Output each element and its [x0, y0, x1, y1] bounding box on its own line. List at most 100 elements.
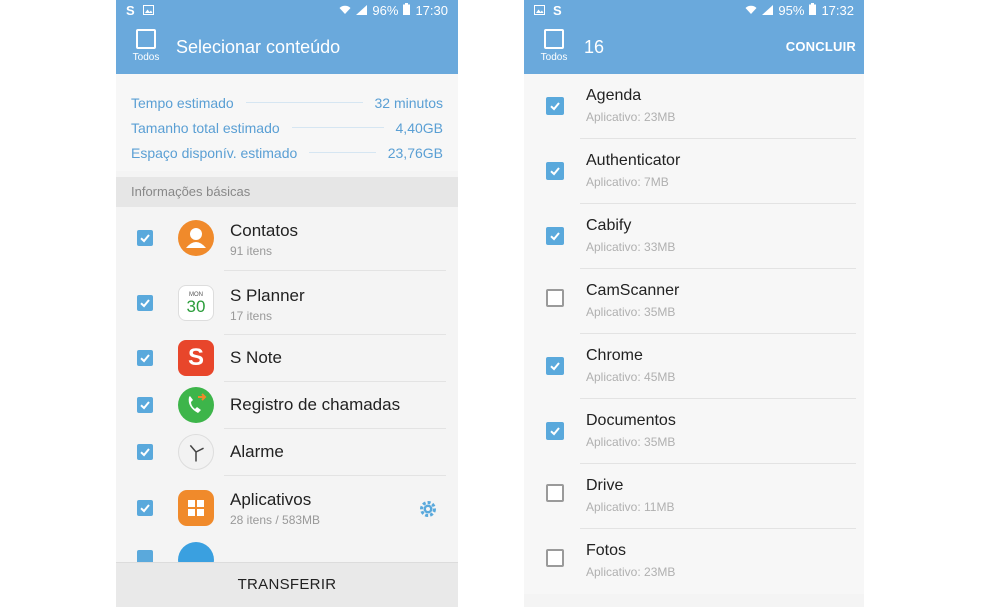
page-title: Selecionar conteúdo: [176, 36, 341, 57]
smart-switch-select-screen: S 96% 17:30 Todos Selecionar conteúdo Te…: [116, 0, 458, 607]
list-item-agenda[interactable]: Agenda Aplicativo: 23MB: [524, 74, 864, 139]
item-name: Aplicativos: [230, 490, 312, 509]
app-name: Documentos: [586, 412, 676, 429]
select-all-checkbox[interactable]: Todos: [124, 29, 168, 63]
done-button[interactable]: CONCLUIR: [786, 39, 856, 54]
status-bar: S 96% 17:30: [116, 0, 458, 20]
list-item-s-note[interactable]: S S Note: [116, 335, 458, 382]
list-item-contacts[interactable]: Contatos 91 itens: [116, 207, 458, 271]
samsung-s-icon: S: [126, 2, 135, 18]
app-name: Chrome: [586, 347, 643, 364]
select-all-box[interactable]: [544, 29, 564, 49]
list-item-partial: [116, 540, 458, 578]
app-name: Fotos: [586, 542, 627, 559]
app-select-screen: S 95% 17:32 Todos 16 CONCLUIR Agenda Apli…: [524, 0, 864, 607]
item-count: 91 itens: [230, 244, 273, 258]
apps-icon: [178, 490, 214, 526]
gallery-notification-icon: [142, 3, 154, 18]
summary-value: 23,76GB: [387, 144, 443, 161]
summary-value: 32 minutos: [374, 94, 443, 111]
checkbox-checked[interactable]: [137, 350, 153, 366]
app-size: Aplicativo: 23MB: [586, 565, 676, 579]
select-all-box[interactable]: [136, 29, 156, 49]
checkbox-checked[interactable]: [546, 357, 564, 375]
checkbox-unchecked[interactable]: [546, 484, 564, 502]
list-item-fotos[interactable]: Fotos Aplicativo: 23MB: [524, 529, 864, 594]
battery-icon: [403, 2, 411, 18]
summary-label: Espaço disponív. estimado: [131, 144, 298, 161]
list-item-documentos[interactable]: Documentos Aplicativo: 35MB: [524, 399, 864, 464]
app-size: Aplicativo: 23MB: [586, 110, 676, 124]
checkbox-checked[interactable]: [546, 227, 564, 245]
select-all-label: Todos: [132, 52, 160, 63]
checkbox-checked[interactable]: [137, 295, 153, 311]
item-name: Contatos: [230, 221, 299, 240]
list-item-call-log[interactable]: Registro de chamadas: [116, 382, 458, 429]
summary-row: Tamanho total estimado 4,40GB: [131, 115, 443, 140]
transfer-button[interactable]: TRANSFERIR: [116, 562, 458, 607]
app-size: Aplicativo: 35MB: [586, 435, 676, 449]
battery-percent: 96%: [372, 2, 399, 18]
item-name: S Planner: [230, 286, 305, 305]
item-name: Alarme: [230, 442, 284, 461]
app-name: Cabify: [586, 217, 632, 234]
app-bar: Todos Selecionar conteúdo: [116, 20, 458, 74]
select-all-label: Todos: [540, 52, 568, 63]
app-bar: Todos 16 CONCLUIR: [524, 20, 864, 74]
selected-count: 16: [584, 36, 605, 57]
checkbox-unchecked[interactable]: [546, 289, 564, 307]
app-name: CamScanner: [586, 282, 680, 299]
app-name: Agenda: [586, 87, 642, 104]
gallery-notification-icon: [534, 3, 545, 18]
call-log-icon: [178, 387, 214, 423]
app-size: Aplicativo: 35MB: [586, 305, 676, 319]
signal-icon: [762, 3, 774, 18]
calendar-icon: MON 30: [178, 285, 214, 321]
summary-row: Tempo estimado 32 minutos: [131, 90, 443, 115]
checkbox-checked[interactable]: [137, 230, 153, 246]
checkbox-unchecked[interactable]: [546, 549, 564, 567]
app-size: Aplicativo: 11MB: [586, 500, 675, 514]
app-size: Aplicativo: 33MB: [586, 240, 676, 254]
gear-icon[interactable]: [418, 499, 438, 519]
list-item-camscanner[interactable]: CamScanner Aplicativo: 35MB: [524, 269, 864, 334]
wifi-icon: [339, 3, 351, 18]
item-name: S Note: [230, 348, 282, 367]
checkbox-checked[interactable]: [546, 97, 564, 115]
checkbox-checked[interactable]: [137, 444, 153, 460]
summary-value: 4,40GB: [395, 119, 443, 136]
section-header-basic-info: Informações básicas: [116, 177, 458, 207]
list-item-drive[interactable]: Drive Aplicativo: 11MB: [524, 464, 864, 529]
checkbox-checked[interactable]: [546, 162, 564, 180]
select-all-checkbox[interactable]: Todos: [532, 29, 576, 63]
status-bar: S 95% 17:32: [524, 0, 864, 20]
checkbox-checked[interactable]: [546, 422, 564, 440]
battery-icon: [809, 2, 817, 18]
app-size: Aplicativo: 45MB: [586, 370, 676, 384]
divider: [245, 102, 363, 103]
s-note-icon: S: [178, 340, 214, 376]
battery-percent: 95%: [778, 2, 805, 18]
list-item-alarm[interactable]: Alarme: [116, 429, 458, 476]
summary-row: Espaço disponív. estimado 23,76GB: [131, 140, 443, 165]
list-item-chrome[interactable]: Chrome Aplicativo: 45MB: [524, 334, 864, 399]
app-name: Authenticator: [586, 152, 681, 169]
item-count: 28 itens / 583MB: [230, 513, 321, 527]
clock-time: 17:32: [821, 2, 854, 18]
divider: [309, 152, 376, 153]
transfer-summary: Tempo estimado 32 minutos Tamanho total …: [116, 74, 458, 171]
checkbox-checked[interactable]: [137, 397, 153, 413]
summary-label: Tamanho total estimado: [131, 119, 280, 136]
item-count: 17 itens: [230, 309, 273, 323]
app-list: Agenda Aplicativo: 23MB Authenticator Apli…: [524, 74, 864, 594]
item-name: Registro de chamadas: [230, 395, 401, 414]
checkbox-checked[interactable]: [137, 500, 153, 516]
signal-icon: [356, 3, 368, 18]
content-list: Contatos 91 itens MON 30 S Planner 17 it…: [116, 207, 458, 578]
list-item-authenticator[interactable]: Authenticator Aplicativo: 7MB: [524, 139, 864, 204]
clock-icon: [178, 434, 214, 470]
list-item-cabify[interactable]: Cabify Aplicativo: 33MB: [524, 204, 864, 269]
list-item-s-planner[interactable]: MON 30 S Planner 17 itens: [116, 271, 458, 335]
samsung-s-icon: S: [553, 2, 562, 18]
list-item-apps[interactable]: Aplicativos 28 itens / 583MB: [116, 476, 458, 540]
